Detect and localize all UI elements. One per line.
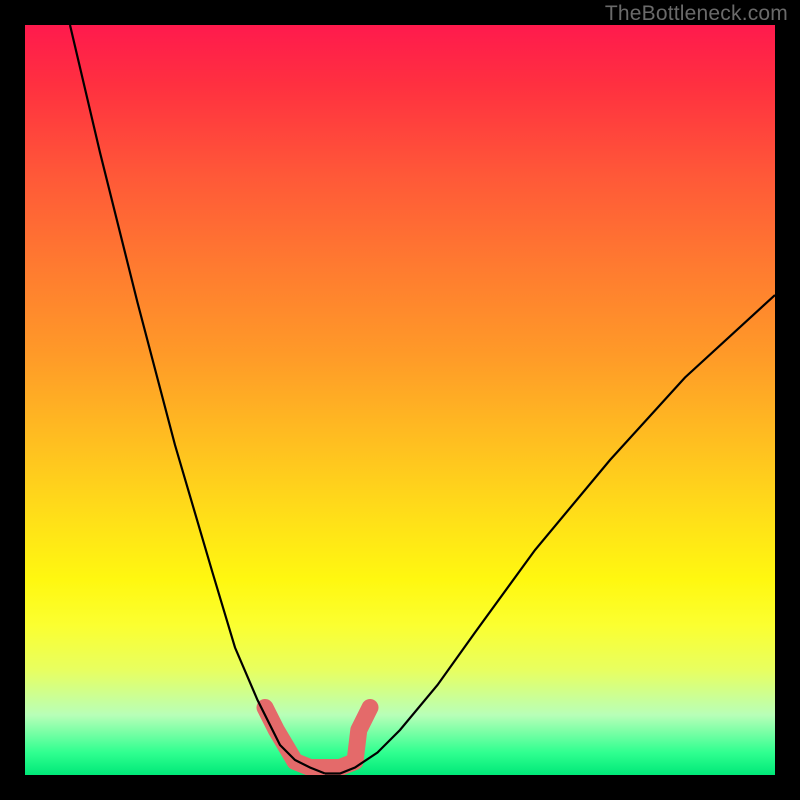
plot-area bbox=[25, 25, 775, 775]
chart-frame: TheBottleneck.com bbox=[0, 0, 800, 800]
watermark-text: TheBottleneck.com bbox=[605, 2, 788, 26]
valley-highlight bbox=[265, 708, 370, 768]
left-curve bbox=[70, 25, 325, 774]
right-curve bbox=[325, 295, 775, 774]
curves-svg bbox=[25, 25, 775, 775]
